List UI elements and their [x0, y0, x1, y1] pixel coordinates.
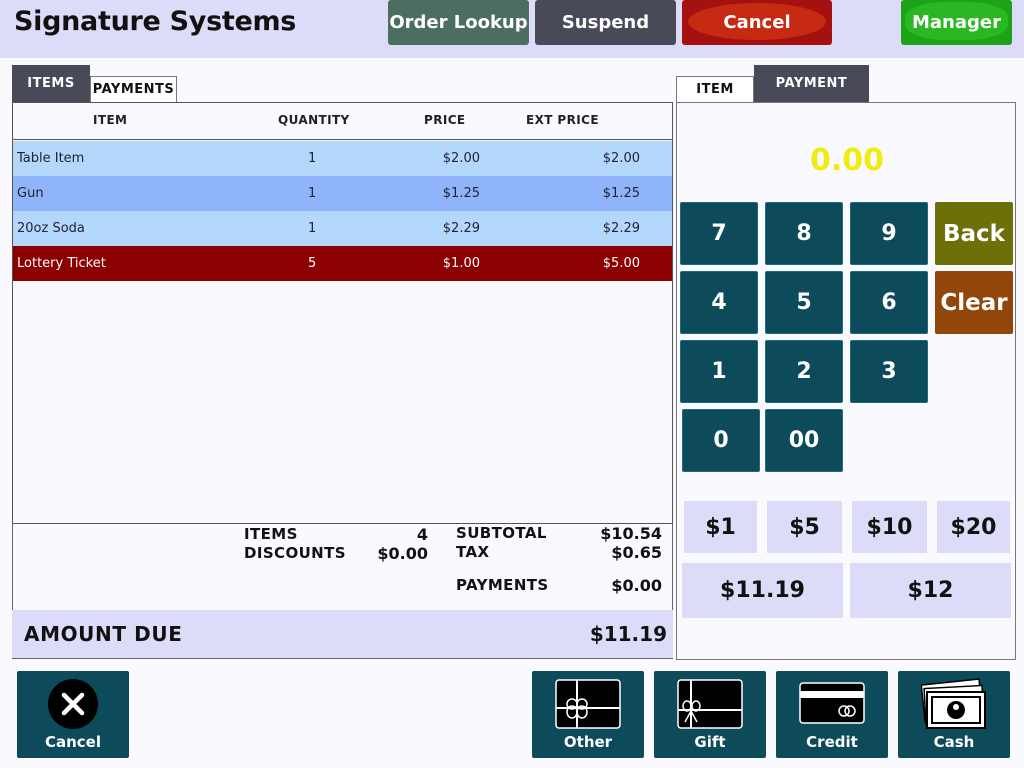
item-quantity: 1 — [308, 151, 317, 166]
item-price: $1.00 — [442, 256, 480, 271]
gift-label: Gift — [694, 733, 726, 751]
item-price: $2.00 — [442, 151, 480, 166]
order-lookup-button[interactable]: Order Lookup — [388, 0, 529, 45]
amount-entry-display: 0.00 — [809, 143, 885, 178]
tab-payments[interactable]: PAYMENTS — [90, 76, 177, 102]
cash-label: Cash — [933, 733, 975, 751]
quick-amount-10-button[interactable]: $10 — [852, 501, 927, 553]
keypad-6-button[interactable]: 6 — [850, 271, 928, 334]
other-payment-button[interactable]: Other — [532, 671, 644, 758]
table-row[interactable]: Lottery Ticket 5 $1.00 $5.00 — [13, 246, 672, 281]
item-ext-price: $5.00 — [602, 256, 640, 271]
payments-label: PAYMENTS — [456, 576, 549, 594]
discounts-value: $0.00 — [377, 544, 428, 563]
item-quantity: 1 — [308, 221, 317, 236]
payments-value: $0.00 — [611, 576, 662, 595]
tab-payment[interactable]: PAYMENT — [754, 65, 869, 102]
keypad-1-button[interactable]: 1 — [680, 340, 758, 403]
tax-value: $0.65 — [611, 543, 662, 562]
table-row[interactable]: Table Item 1 $2.00 $2.00 — [13, 141, 672, 176]
item-ext-price: $1.25 — [602, 186, 640, 201]
quick-amount-5-button[interactable]: $5 — [767, 501, 842, 553]
other-label: Other — [563, 733, 613, 751]
suspend-button[interactable]: Suspend — [535, 0, 676, 45]
credit-label: Credit — [806, 733, 858, 751]
item-name: Table Item — [17, 151, 85, 166]
keypad-8-button[interactable]: 8 — [765, 202, 843, 265]
items-count-value: 4 — [416, 525, 428, 544]
table-row[interactable]: Gun 1 $1.25 $1.25 — [13, 176, 672, 211]
item-name: Gun — [17, 186, 44, 201]
items-table: ITEM QUANTITY PRICE EXT PRICE Table Item… — [12, 102, 673, 524]
gift-card-icon — [677, 678, 743, 734]
item-ext-price: $2.29 — [602, 221, 640, 236]
items-count-label: ITEMS — [244, 525, 298, 543]
suspend-label: Suspend — [561, 12, 650, 33]
quick-amount-1-button[interactable]: $1 — [684, 501, 757, 553]
tab-item[interactable]: ITEM — [676, 76, 754, 102]
keypad-0-button[interactable]: 0 — [682, 409, 760, 472]
quick-amount-20-button[interactable]: $20 — [937, 501, 1010, 553]
exact-amount-button[interactable]: $11.19 — [682, 563, 843, 618]
keypad-7-button[interactable]: 7 — [680, 202, 758, 265]
cancel-order-button[interactable]: Cancel — [682, 0, 832, 45]
item-name: 20oz Soda — [17, 221, 85, 236]
item-ext-price: $2.00 — [602, 151, 640, 166]
item-name: Lottery Ticket — [17, 256, 106, 271]
column-header-price: PRICE — [424, 113, 466, 127]
discounts-label: DISCOUNTS — [244, 544, 346, 562]
back-button[interactable]: Back — [935, 202, 1013, 265]
amount-due-value: $11.19 — [589, 622, 667, 646]
keypad-3-button[interactable]: 3 — [850, 340, 928, 403]
gift-box-icon — [555, 678, 621, 734]
gift-payment-button[interactable]: Gift — [654, 671, 766, 758]
column-header-item: ITEM — [93, 113, 128, 127]
manager-label: Manager — [912, 12, 1001, 33]
item-quantity: 5 — [308, 256, 317, 271]
clear-button[interactable]: Clear — [935, 271, 1013, 334]
close-circle-icon — [47, 678, 99, 734]
subtotal-value: $10.54 — [600, 524, 662, 543]
cancel-order-label: Cancel — [723, 12, 791, 33]
tab-items[interactable]: ITEMS — [12, 65, 90, 102]
app-title: Signature Systems — [14, 6, 297, 37]
cancel-button[interactable]: Cancel — [17, 671, 129, 758]
cancel-label: Cancel — [44, 733, 101, 751]
keypad-5-button[interactable]: 5 — [765, 271, 843, 334]
credit-card-icon — [799, 678, 865, 728]
manager-button[interactable]: Manager — [901, 0, 1012, 45]
amount-due-label: AMOUNT DUE — [24, 622, 183, 646]
keypad-2-button[interactable]: 2 — [765, 340, 843, 403]
column-header-ext-price: EXT PRICE — [526, 113, 599, 127]
keypad-00-button[interactable]: 00 — [765, 409, 843, 472]
tax-label: TAX — [456, 543, 490, 561]
cash-bills-icon — [920, 678, 987, 734]
item-price: $2.29 — [442, 221, 480, 236]
item-quantity: 1 — [308, 186, 317, 201]
header-bar: Signature Systems Order Lookup Suspend C… — [0, 0, 1024, 58]
subtotal-label: SUBTOTAL — [456, 524, 547, 542]
keypad-4-button[interactable]: 4 — [680, 271, 758, 334]
item-price: $1.25 — [442, 186, 480, 201]
table-row[interactable]: 20oz Soda 1 $2.29 $2.29 — [13, 211, 672, 246]
amount-due-bar: AMOUNT DUE $11.19 — [12, 610, 673, 658]
round-amount-button[interactable]: $12 — [850, 563, 1011, 618]
column-header-quantity: QUANTITY — [278, 113, 350, 127]
order-lookup-label: Order Lookup — [389, 12, 528, 33]
credit-payment-button[interactable]: Credit — [776, 671, 888, 758]
cash-payment-button[interactable]: Cash — [898, 671, 1010, 758]
keypad-9-button[interactable]: 9 — [850, 202, 928, 265]
